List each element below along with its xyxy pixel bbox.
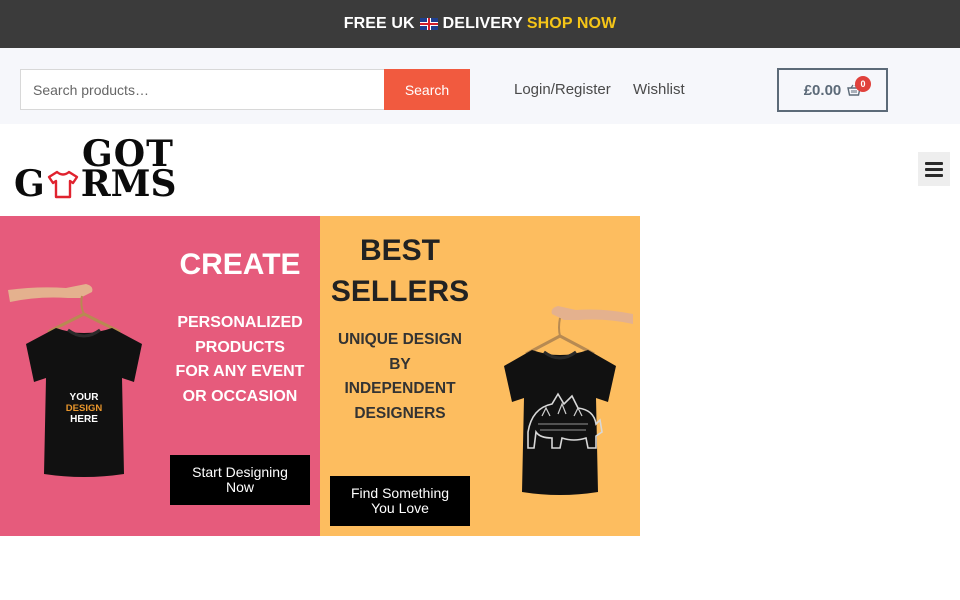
promo-bar: FREE UK DELIVERY SHOP NOW: [0, 0, 960, 48]
tee-text-your: YOUR: [70, 392, 100, 403]
create-title: CREATE: [179, 248, 301, 281]
best-title-line: BEST: [359, 234, 440, 267]
create-description: PERSONALIZED PRODUCTS FOR ANY EVENT OR O…: [160, 311, 320, 409]
create-panel: YOUR DESIGN HERE CREATE PERSONALIZED PRO…: [0, 216, 320, 536]
logo-bar: GOT G RMS: [0, 124, 960, 216]
create-desc-line: OR OCCASION: [182, 387, 298, 405]
tee-text-design: DESIGN: [66, 403, 103, 414]
logo-word-garms: G RMS: [14, 166, 177, 202]
uk-flag-icon: [419, 18, 438, 30]
shop-now-link[interactable]: SHOP NOW: [527, 15, 616, 33]
best-sellers-description: UNIQUE DESIGN BY INDEPENDENT DESIGNERS: [320, 328, 480, 426]
hamburger-menu-icon[interactable]: [918, 152, 950, 186]
login-register-link[interactable]: Login/Register: [514, 81, 611, 98]
best-desc-line: INDEPENDENT: [344, 380, 456, 397]
wishlist-link[interactable]: Wishlist: [633, 81, 685, 98]
cart-count-badge: 0: [855, 76, 871, 92]
best-sellers-title: BEST SELLERS: [320, 230, 480, 312]
cart-button[interactable]: £0.00 0: [777, 68, 888, 112]
start-designing-button[interactable]: Start Designing Now: [170, 455, 310, 505]
best-desc-line: UNIQUE DESIGN: [337, 331, 462, 348]
logo-letters-rms: RMS: [80, 163, 177, 205]
create-desc-line: FOR ANY EVENT: [175, 363, 305, 380]
site-logo[interactable]: GOT G RMS: [14, 136, 180, 202]
promo-text-free-uk: FREE UK: [343, 15, 415, 32]
custom-tshirt-image: YOUR DESIGN HERE: [8, 284, 142, 477]
search-form: Search: [20, 69, 470, 110]
best-desc-line: BY: [389, 355, 411, 373]
promo-text-delivery: DELIVERY: [442, 15, 523, 32]
best-title-line: SELLERS: [330, 275, 470, 308]
create-desc-line: PRODUCTS: [195, 338, 285, 356]
tshirt-icon: [47, 170, 78, 199]
header: Search Login/Register Wishlist £0.00 0: [0, 48, 960, 124]
search-button[interactable]: Search: [384, 69, 470, 110]
create-desc-line: PERSONALIZED: [177, 314, 303, 331]
cart-total: £0.00: [803, 81, 842, 99]
search-input[interactable]: [20, 69, 384, 110]
best-sellers-panel: BEST SELLERS UNIQUE DESIGN BY INDEPENDEN…: [320, 216, 640, 536]
logo-letter-g: G: [14, 163, 45, 205]
bear-tshirt-image: [504, 306, 633, 495]
tee-text-here: HERE: [70, 414, 98, 425]
best-desc-line: DESIGNERS: [354, 404, 446, 422]
find-something-button[interactable]: Find Something You Love: [330, 476, 470, 526]
